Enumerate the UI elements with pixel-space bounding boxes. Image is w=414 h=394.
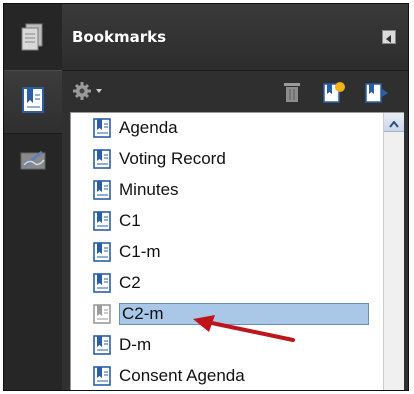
navigation-rail bbox=[4, 4, 63, 390]
scroll-up-button[interactable] bbox=[384, 113, 404, 132]
bookmark-label: C1-m bbox=[119, 242, 161, 261]
bookmark-icon bbox=[93, 366, 111, 386]
adobe-reader-window: Bookmarks Agenda Voting Record Minutes C… bbox=[3, 3, 409, 391]
bookmark-label: Minutes bbox=[119, 180, 179, 199]
vertical-scrollbar[interactable] bbox=[383, 113, 404, 390]
bookmark-label: Voting Record bbox=[119, 149, 226, 168]
bookmark-icon bbox=[93, 335, 111, 355]
bookmark-label: C2 bbox=[119, 273, 141, 292]
bookmarks-button[interactable] bbox=[4, 70, 62, 134]
bookmark-item[interactable]: Agenda bbox=[93, 115, 380, 141]
bookmark-item[interactable]: Voting Record bbox=[93, 146, 380, 172]
bookmark-icon bbox=[93, 273, 111, 293]
signature-icon bbox=[18, 148, 48, 178]
delete-bookmark-button[interactable] bbox=[282, 81, 302, 107]
bookmark-item[interactable]: C1 bbox=[93, 208, 380, 234]
expand-bookmark-icon bbox=[364, 83, 390, 107]
bookmark-icon bbox=[93, 149, 111, 169]
bookmark-item[interactable]: Consent Agenda bbox=[93, 363, 380, 389]
new-bookmark-button[interactable] bbox=[322, 81, 346, 107]
gear-icon bbox=[72, 82, 106, 105]
options-menu-button[interactable] bbox=[72, 81, 106, 105]
expand-bookmark-button[interactable] bbox=[364, 81, 390, 107]
bookmark-label: Consent Agenda bbox=[119, 366, 245, 385]
panel-title: Bookmarks bbox=[72, 28, 167, 46]
bookmark-item[interactable]: C1-m bbox=[93, 239, 380, 265]
scroll-up-arrow-icon bbox=[389, 113, 399, 132]
bookmark-panel-icon bbox=[20, 85, 46, 119]
bookmark-icon bbox=[93, 304, 111, 324]
bookmark-icon bbox=[93, 118, 111, 138]
bookmark-label: C1 bbox=[119, 211, 141, 230]
bookmark-icon bbox=[93, 242, 111, 262]
trash-icon bbox=[282, 83, 302, 107]
signatures-button[interactable] bbox=[4, 132, 62, 194]
bookmark-label: D-m bbox=[119, 335, 152, 354]
new-bookmark-icon bbox=[322, 82, 346, 107]
pages-button[interactable] bbox=[4, 8, 62, 70]
pages-icon bbox=[20, 22, 46, 56]
collapse-panel-button[interactable] bbox=[382, 30, 396, 44]
bookmark-icon bbox=[93, 211, 111, 231]
collapse-panel-icon bbox=[385, 28, 393, 47]
bookmarks-toolbar bbox=[62, 71, 408, 113]
annotation-arrow bbox=[193, 315, 295, 342]
bookmark-item[interactable]: C2 bbox=[93, 270, 380, 296]
bookmark-label: Agenda bbox=[119, 118, 178, 137]
panel-header: Bookmarks bbox=[62, 4, 408, 71]
bookmark-icon bbox=[93, 180, 111, 200]
bookmark-item[interactable]: Minutes bbox=[93, 177, 380, 203]
